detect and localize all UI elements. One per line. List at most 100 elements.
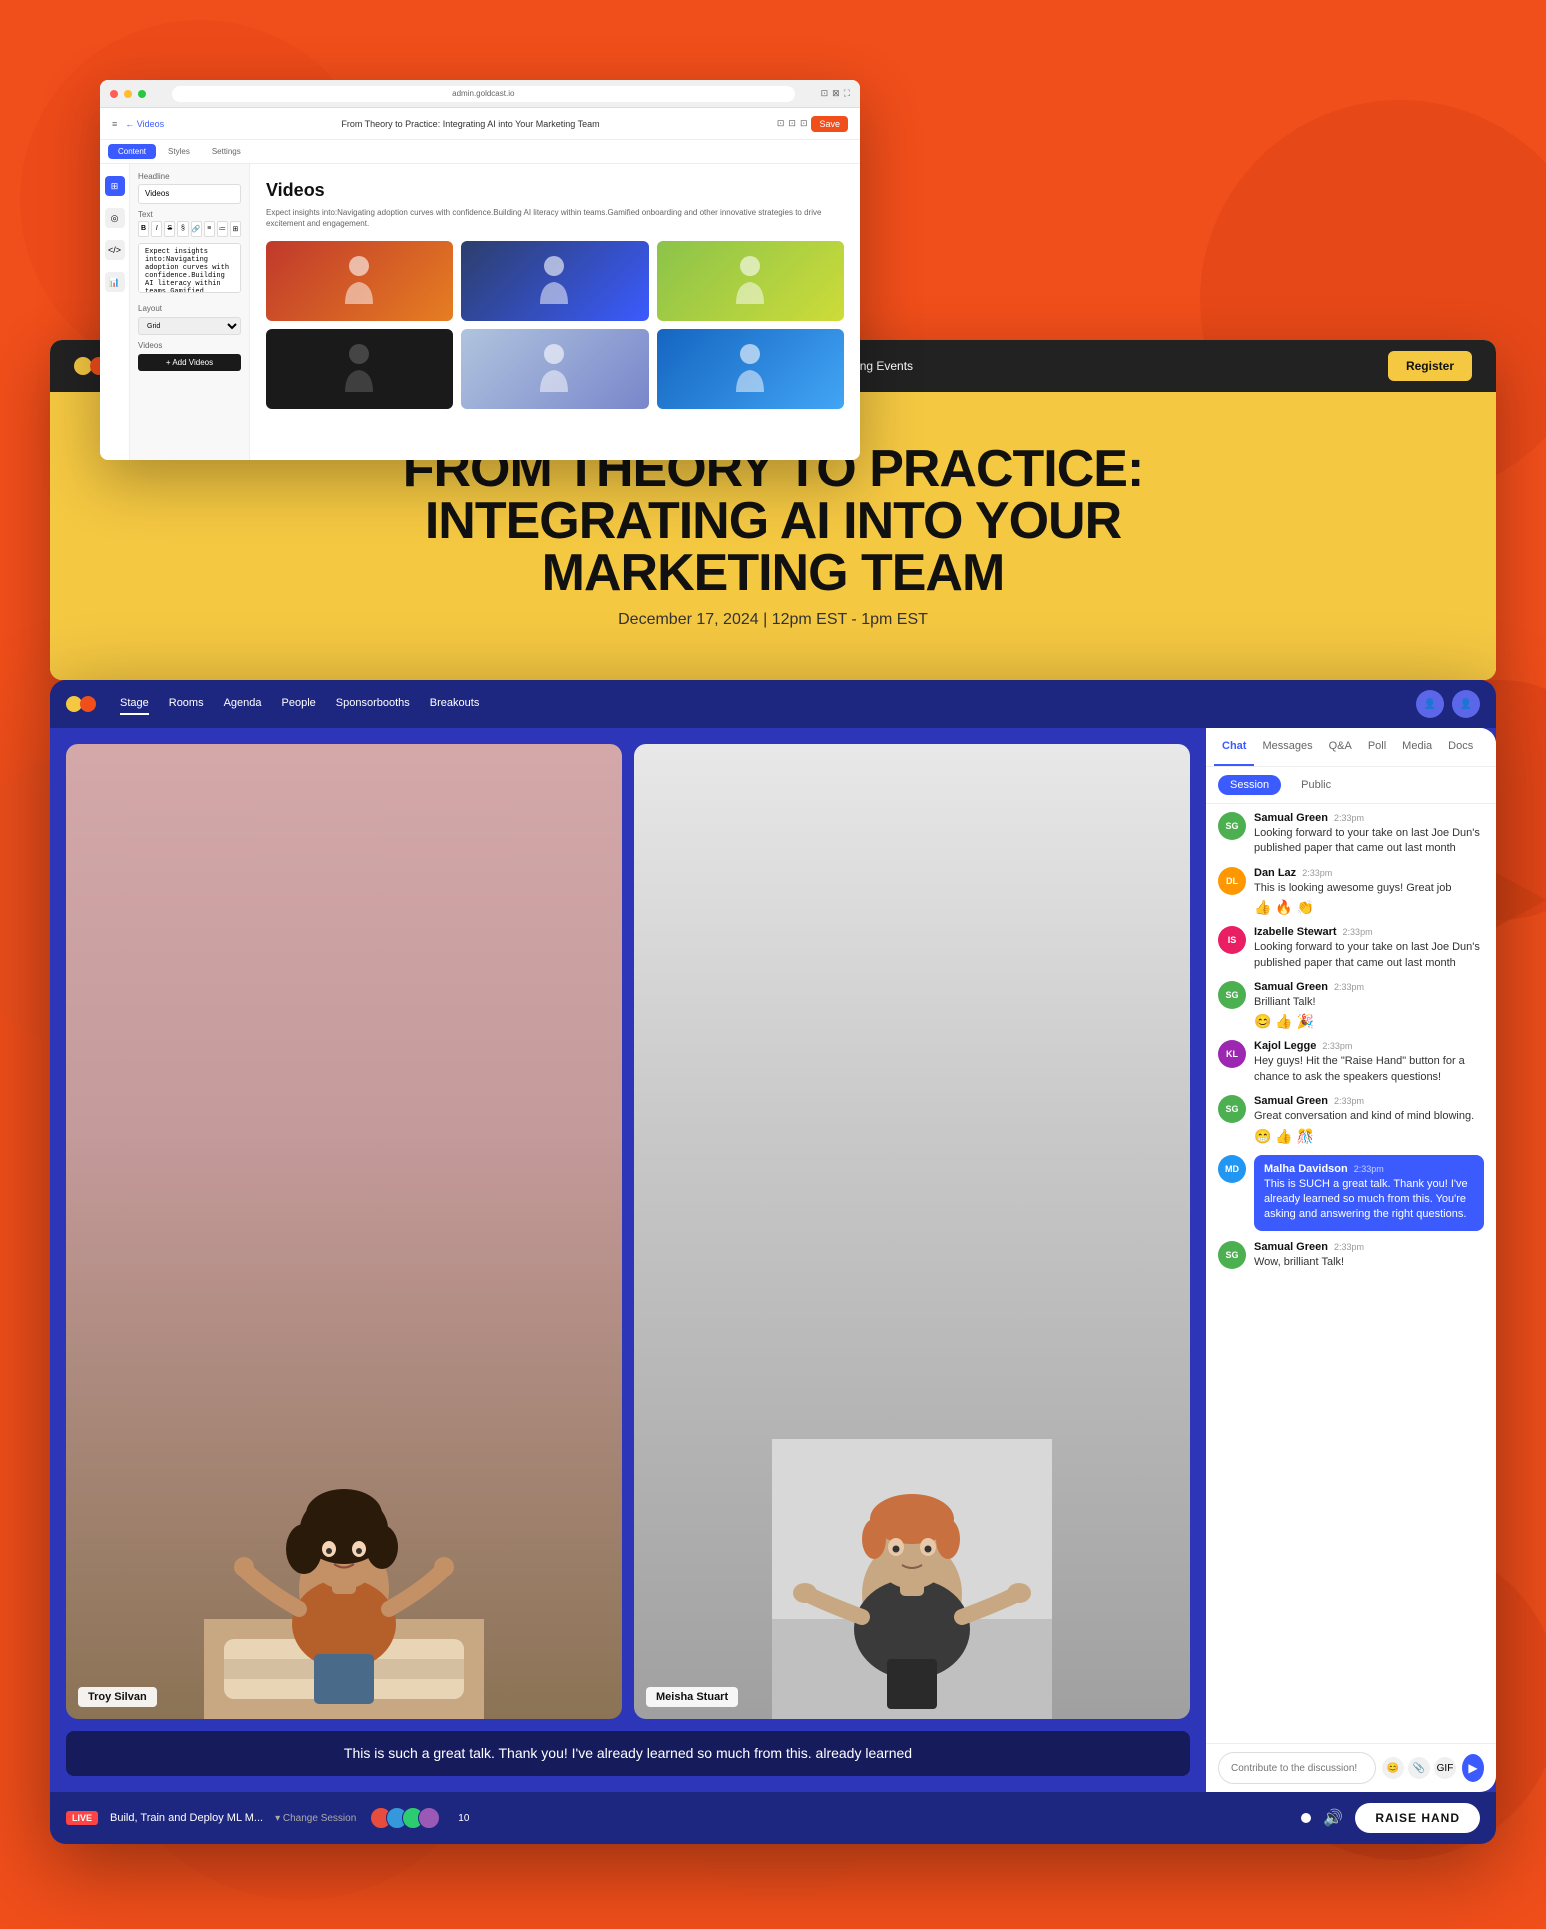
stage-nav-right: 👤 👤 <box>1416 690 1480 718</box>
msg-header-5: Kajol Legge 2:33pm <box>1254 1040 1484 1052</box>
speaker-card-1: Troy Silvan <box>66 744 622 1719</box>
chat-message-3: IS Izabelle Stewart 2:33pm Looking forwa… <box>1218 926 1484 971</box>
chat-panel: Chat Messages Q&A Poll Media Docs Sessio… <box>1206 728 1496 1792</box>
format-strike[interactable]: S <box>164 221 175 237</box>
speaker-name-meisha: Meisha Stuart <box>646 1687 738 1707</box>
stage-nav-stage[interactable]: Stage <box>120 693 149 715</box>
chat-tab-poll[interactable]: Poll <box>1360 728 1394 766</box>
back-label[interactable]: ← Videos <box>125 119 164 129</box>
tab-styles[interactable]: Styles <box>158 144 200 159</box>
add-videos-button[interactable]: + Add Videos <box>138 354 241 371</box>
sidebar-blocks-icon[interactable]: ⊞ <box>105 176 125 196</box>
msg-avatar-6: SG <box>1218 1095 1246 1123</box>
sidebar-analytics-icon[interactable]: 📊 <box>105 272 125 292</box>
raise-hand-button[interactable]: RAISE HAND <box>1355 1803 1480 1833</box>
save-button[interactable]: Save <box>811 116 848 132</box>
msg-text-8: Wow, brilliant Talk! <box>1254 1255 1484 1270</box>
sidebar-styles-icon[interactable]: ◎ <box>105 208 125 228</box>
chat-message-5: KL Kajol Legge 2:33pm Hey guys! Hit the … <box>1218 1040 1484 1085</box>
browser-bar: admin.goldcast.io ⊡ ⊠ ⛶ <box>100 80 860 108</box>
chat-tab-chat[interactable]: Chat <box>1214 728 1254 766</box>
sidebar-embed-icon[interactable]: </> <box>105 240 125 260</box>
volume-icon[interactable]: 🔊 <box>1323 1808 1343 1828</box>
chat-message-4: SG Samual Green 2:33pm Brilliant Talk! 😊… <box>1218 981 1484 1030</box>
video-thumb-6[interactable] <box>657 329 844 409</box>
stage-avatar-2: 👤 <box>1452 690 1480 718</box>
admin-toolbar: ≡ ← Videos From Theory to Practice: Inte… <box>100 108 860 140</box>
register-button[interactable]: Register <box>1388 351 1472 381</box>
format-bold[interactable]: B <box>138 221 149 237</box>
tab-settings[interactable]: Settings <box>202 144 251 159</box>
msg-text-4: Brilliant Talk! <box>1254 995 1484 1010</box>
live-badge: LIVE <box>66 1811 98 1825</box>
chat-tab-docs[interactable]: Docs <box>1440 728 1481 766</box>
stage-nav-agenda[interactable]: Agenda <box>224 693 262 715</box>
msg-content-7: Malha Davidson 2:33pm This is SUCH a gre… <box>1254 1155 1484 1231</box>
video-thumb-3[interactable] <box>657 241 844 321</box>
headline-input[interactable] <box>138 184 241 204</box>
format-italic[interactable]: I <box>151 221 162 237</box>
layout-label: Layout <box>138 304 241 313</box>
caption-bar: This is such a great talk. Thank you! I'… <box>66 1731 1190 1776</box>
video-person-1 <box>266 241 453 321</box>
msg-content-8: Samual Green 2:33pm Wow, brilliant Talk! <box>1254 1241 1484 1270</box>
msg-header-7: Malha Davidson 2:33pm <box>1264 1163 1474 1175</box>
chat-tab-messages[interactable]: Messages <box>1254 728 1320 766</box>
stage-nav-breakouts[interactable]: Breakouts <box>430 693 480 715</box>
back-icon[interactable]: ≡ <box>112 119 117 129</box>
emoji-icon[interactable]: 😊 <box>1382 1757 1404 1779</box>
layout-select[interactable]: Grid <box>138 317 241 335</box>
chat-tab-media[interactable]: Media <box>1394 728 1440 766</box>
chat-input[interactable] <box>1218 1752 1376 1784</box>
caption-text: This is such a great talk. Thank you! I'… <box>82 1743 1174 1764</box>
admin-sidebar-wrapper: ⊞ ◎ </> 📊 Headline Text B I S § 🔗 ≡ ≔ <box>100 164 250 460</box>
video-thumb-5[interactable] <box>461 329 648 409</box>
session-tab-public[interactable]: Public <box>1289 775 1343 795</box>
text-textarea[interactable]: Expect insights into:Navigating adoption… <box>138 243 241 293</box>
text-label: Text <box>138 210 241 219</box>
admin-main-desc: Expect insights into:Navigating adoption… <box>266 207 844 229</box>
msg-name-3: Izabelle Stewart <box>1254 926 1337 938</box>
msg-content-4: Samual Green 2:33pm Brilliant Talk! 😊 👍 … <box>1254 981 1484 1030</box>
headline-label: Headline <box>138 172 241 181</box>
admin-content: ⊞ ◎ </> 📊 Headline Text B I S § 🔗 ≡ ≔ <box>100 164 860 460</box>
msg-time-8: 2:33pm <box>1334 1242 1364 1252</box>
msg-avatar-7: MD <box>1218 1155 1246 1183</box>
speakers-grid: Troy Silvan <box>66 744 1190 1719</box>
change-session[interactable]: ▾ Change Session <box>275 1813 356 1824</box>
chat-tab-qa[interactable]: Q&A <box>1321 728 1360 766</box>
video-person-2 <box>461 241 648 321</box>
session-tab-session[interactable]: Session <box>1218 775 1281 795</box>
video-thumb-1[interactable] <box>266 241 453 321</box>
hero-date: December 17, 2024 | 12pm EST - 1pm EST <box>618 611 928 629</box>
attach-icon[interactable]: 📎 <box>1408 1757 1430 1779</box>
format-link[interactable]: 🔗 <box>191 221 202 237</box>
format-ol[interactable]: ≔ <box>217 221 228 237</box>
session-label: Build, Train and Deploy ML M... <box>110 1812 263 1824</box>
stage-avatar-1: 👤 <box>1416 690 1444 718</box>
footer-avatar-4 <box>418 1807 440 1829</box>
stage-nav-sponsorbooths[interactable]: Sponsorbooths <box>336 693 410 715</box>
format-list[interactable]: ≡ <box>204 221 215 237</box>
tab-content[interactable]: Content <box>108 144 156 159</box>
video-thumb-4[interactable] <box>266 329 453 409</box>
stage-nav: Stage Rooms Agenda People Sponsorbooths … <box>50 680 1496 728</box>
gif-icon[interactable]: GIF <box>1434 1757 1456 1779</box>
format-align[interactable]: ⊞ <box>230 221 241 237</box>
stage-nav-rooms[interactable]: Rooms <box>169 693 204 715</box>
video-grid <box>266 241 844 409</box>
msg-text-5: Hey guys! Hit the "Raise Hand" button fo… <box>1254 1054 1484 1085</box>
msg-name-4: Samual Green <box>1254 981 1328 993</box>
video-thumb-2[interactable] <box>461 241 648 321</box>
chat-messages: SG Samual Green 2:33pm Looking forward t… <box>1206 804 1496 1743</box>
speaker-visual-2 <box>634 744 1190 1719</box>
stage-nav-people[interactable]: People <box>282 693 316 715</box>
chat-send-icons: 😊 📎 GIF <box>1382 1757 1456 1779</box>
toolbar-icon-2: ⊡ <box>788 118 796 129</box>
send-button[interactable]: ▶ <box>1462 1754 1484 1782</box>
msg-time-4: 2:33pm <box>1334 982 1364 992</box>
admin-icon-sidebar: ⊞ ◎ </> 📊 <box>100 164 130 460</box>
format-code[interactable]: § <box>177 221 188 237</box>
stage-footer: LIVE Build, Train and Deploy ML M... ▾ C… <box>50 1792 1496 1844</box>
msg-header-8: Samual Green 2:33pm <box>1254 1241 1484 1253</box>
